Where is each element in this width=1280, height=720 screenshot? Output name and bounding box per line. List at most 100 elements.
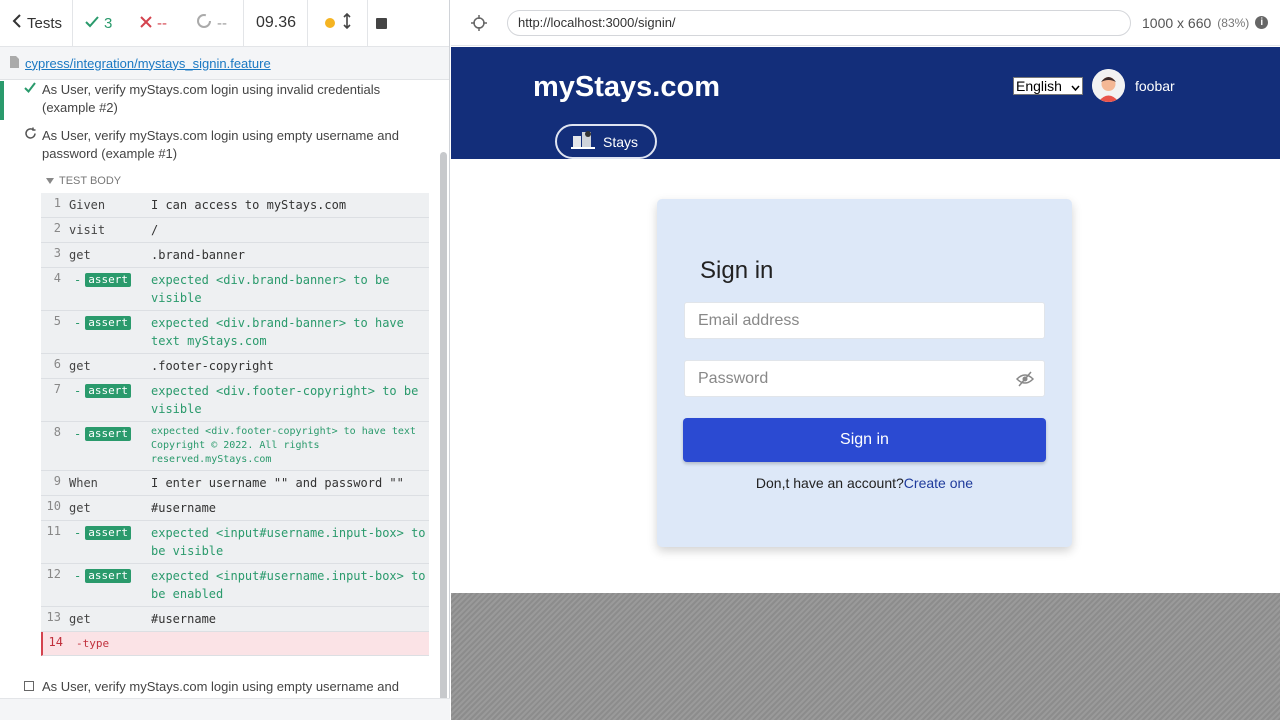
- duration: 09.36: [244, 0, 308, 46]
- command-row[interactable]: 11- assert expected <input#username.input-…: [41, 521, 429, 564]
- circle-icon: [196, 13, 212, 33]
- command-row[interactable]: 3 get .brand-banner: [41, 243, 429, 268]
- command-row[interactable]: 5- assert expected <div.brand-banner> to h…: [41, 311, 429, 354]
- command-message: expected <div.footer-copyright> to be vi…: [151, 384, 419, 416]
- command-row[interactable]: 10 get #username: [41, 496, 429, 521]
- test-item-running[interactable]: As User, verify myStays.com login using …: [0, 127, 440, 163]
- command-number: 3: [53, 246, 61, 260]
- dash: -: [74, 316, 82, 330]
- test-item-pending[interactable]: As User, verify myStays.com login using …: [0, 678, 440, 700]
- dash: -: [74, 273, 82, 287]
- reporter-header: Tests 3 -- -- 09.36: [0, 0, 449, 47]
- command-name: - assert: [69, 524, 151, 560]
- create-account-link[interactable]: Create one: [904, 475, 973, 491]
- command-row[interactable]: 1 Given I can access to myStays.com: [41, 193, 429, 218]
- viewport-background: [451, 593, 1280, 720]
- command-row[interactable]: 14 -type: [41, 632, 429, 656]
- assert-badge: assert: [85, 569, 131, 583]
- command-name: get: [69, 612, 91, 626]
- stop-icon: [376, 17, 387, 29]
- command-row[interactable]: 7- assert expected <div.footer-copyright> …: [41, 379, 429, 422]
- email-field[interactable]: Email address: [684, 302, 1045, 339]
- command-number: 6: [53, 357, 61, 371]
- command-name: - assert: [69, 425, 151, 467]
- status-dot-icon: [324, 18, 335, 28]
- command-message: expected <div.brand-banner> to have text…: [151, 316, 404, 348]
- command-number: 9: [53, 474, 61, 488]
- signin-button[interactable]: Sign in: [683, 418, 1046, 462]
- test-title: As User, verify myStays.com login using …: [42, 128, 399, 161]
- command-row[interactable]: 4- assert expected <div.brand-banner> to b…: [41, 268, 429, 311]
- command-name: When: [69, 476, 98, 490]
- viewport-size: 1000 x 660: [1142, 14, 1212, 31]
- spec-path-bar: cypress/integration/mystays_signin.featu…: [0, 47, 449, 80]
- command-row[interactable]: 13 get #username: [41, 607, 429, 632]
- checkbox-icon: [24, 678, 34, 696]
- command-message: #username: [151, 612, 217, 626]
- username-label[interactable]: foobar: [1135, 78, 1175, 94]
- command-row[interactable]: 2 visit /: [41, 218, 429, 243]
- url-input[interactable]: http://localhost:3000/signin/: [507, 9, 1131, 36]
- brand-banner[interactable]: myStays.com: [533, 71, 720, 104]
- auto-scroll-toggle[interactable]: [308, 0, 368, 46]
- command-number: 14: [48, 635, 63, 649]
- site-header: myStays.com English foobar Stays: [451, 47, 1280, 159]
- command-message: /: [151, 223, 159, 237]
- nav-stays-button[interactable]: Stays: [555, 124, 657, 159]
- command-message: I enter username "" and password "": [151, 476, 404, 490]
- back-to-tests-button[interactable]: Tests: [0, 0, 73, 46]
- hotel-icon: [571, 130, 595, 153]
- command-number: 11: [46, 524, 61, 538]
- command-row[interactable]: 6 get .footer-copyright: [41, 354, 429, 379]
- command-number: 2: [53, 221, 61, 235]
- command-number: 4: [53, 271, 61, 285]
- test-item-passed[interactable]: As User, verify myStays.com login using …: [0, 81, 440, 117]
- signin-title: Sign in: [700, 257, 774, 284]
- pending-count: --: [184, 0, 244, 46]
- command-name: - assert: [69, 271, 151, 307]
- crosshair-icon[interactable]: [471, 15, 487, 36]
- command-name: visit: [69, 223, 106, 237]
- aut-panel: http://localhost:3000/signin/ 1000 x 660…: [451, 0, 1280, 720]
- test-title: As User, verify myStays.com login using …: [42, 82, 381, 115]
- dash: -: [74, 526, 82, 540]
- command-name: get: [69, 501, 91, 515]
- command-message: expected <div.brand-banner> to be visibl…: [151, 273, 390, 305]
- stop-button[interactable]: [368, 0, 399, 46]
- file-icon: [10, 55, 19, 71]
- command-name: - assert: [69, 382, 151, 418]
- avatar[interactable]: [1092, 69, 1125, 102]
- command-name: - assert: [69, 314, 151, 350]
- password-field[interactable]: Password: [684, 360, 1045, 397]
- dash: -: [74, 427, 82, 441]
- command-number: 10: [46, 499, 61, 513]
- language-select[interactable]: English: [1013, 77, 1083, 95]
- command-message: expected <input#username.input-box> to b…: [151, 526, 426, 558]
- register-prompt: Don,t have an account?Create one: [755, 475, 974, 491]
- assert-badge: assert: [85, 526, 131, 540]
- test-body-header[interactable]: TEST BODY: [46, 175, 440, 187]
- zoom-level: (83%): [1217, 15, 1250, 30]
- command-row[interactable]: 9 When I enter username "" and password "": [41, 471, 429, 496]
- url-bar: http://localhost:3000/signin/ 1000 x 660…: [451, 0, 1280, 46]
- command-row[interactable]: 8- assert expected <div.footer-copyright> …: [41, 422, 429, 471]
- command-message: #username: [151, 501, 217, 515]
- assert-badge: assert: [85, 316, 131, 330]
- failed-count: --: [128, 0, 184, 46]
- chevron-left-icon: [12, 14, 22, 32]
- assert-badge: assert: [85, 273, 131, 287]
- command-number: 1: [53, 196, 61, 210]
- dash: -: [74, 384, 82, 398]
- command-row[interactable]: 12- assert expected <input#username.input-…: [41, 564, 429, 607]
- scrollbar[interactable]: [440, 152, 447, 704]
- spec-file-link[interactable]: cypress/integration/mystays_signin.featu…: [25, 56, 271, 71]
- check-icon: [24, 81, 36, 99]
- command-number: 13: [46, 610, 61, 624]
- caret-down-icon: [46, 175, 54, 187]
- command-message: expected <div.footer-copyright> to have …: [151, 426, 416, 465]
- test-list: As User, verify myStays.com login using …: [0, 81, 440, 700]
- info-icon[interactable]: i: [1255, 16, 1269, 29]
- command-message: I can access to myStays.com: [151, 198, 347, 212]
- eye-slash-icon[interactable]: [1015, 371, 1035, 392]
- command-name: Given: [69, 198, 106, 212]
